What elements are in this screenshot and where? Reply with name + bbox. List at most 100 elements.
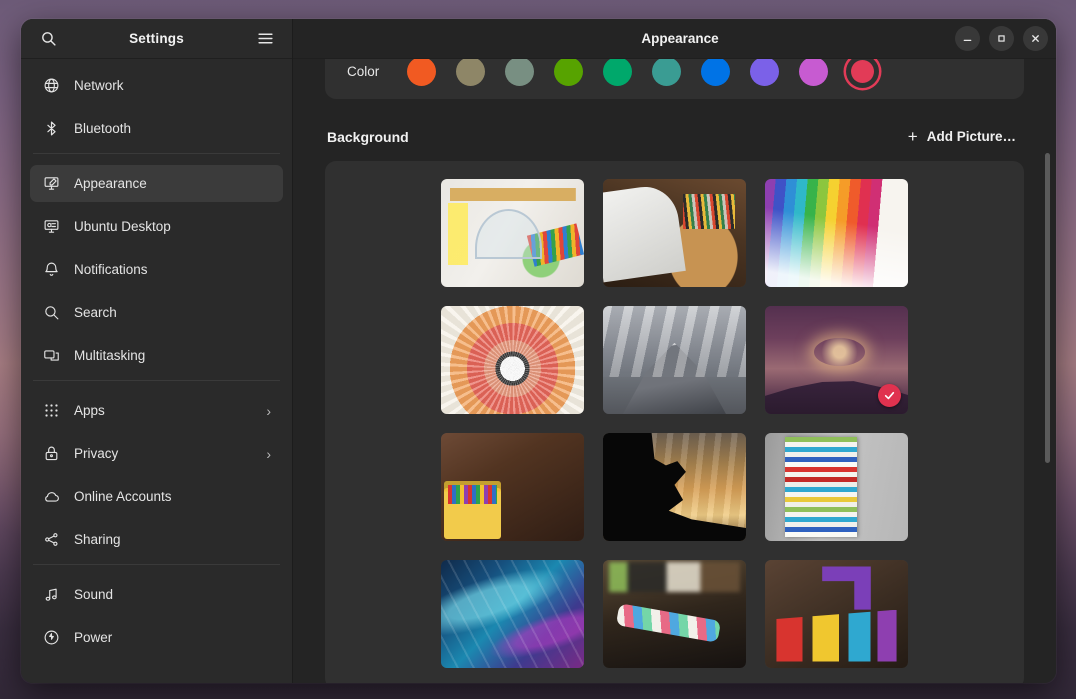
sidebar-item-label: Apps (74, 403, 266, 418)
sidebar-separator (33, 153, 280, 154)
sidebar-separator (33, 564, 280, 565)
accent-swatch-olive[interactable] (552, 59, 585, 88)
wallpaper-thumbnail-image (765, 433, 908, 541)
sidebar-item-notifications[interactable]: Notifications (30, 251, 283, 288)
wallpaper-thumbnail-image (765, 179, 908, 287)
accent-swatch-sage[interactable] (503, 59, 536, 88)
sidebar-item-bluetooth[interactable]: Bluetooth (30, 110, 283, 147)
swatch-dot (799, 59, 828, 86)
chevron-right-icon: › (266, 404, 271, 418)
sidebar-item-sound[interactable]: Sound (30, 576, 283, 613)
vertical-scrollbar[interactable] (1045, 153, 1050, 463)
sidebar-item-label: Power (74, 630, 273, 645)
page-title: Appearance (309, 31, 955, 46)
search-icon (40, 302, 62, 324)
swatch-dot (603, 59, 632, 86)
wallpaper-mountain-clouds[interactable] (603, 306, 746, 414)
sidebar-item-power[interactable]: Power (30, 619, 283, 656)
checkmark-icon (878, 384, 901, 407)
network-icon (40, 75, 62, 97)
wallpaper-reader-sunset-silhouette[interactable] (603, 433, 746, 541)
minimize-button[interactable] (955, 26, 980, 51)
wallpaper-colored-chalk-sticks[interactable] (603, 560, 746, 668)
sidebar-item-label: Privacy (74, 446, 266, 461)
sidebar-item-sharing[interactable]: Sharing (30, 521, 283, 558)
wallpaper-thumbnail-image (441, 433, 584, 541)
apps-grid-icon (40, 400, 62, 422)
sidebar-item-network[interactable]: Network (30, 67, 283, 104)
music-note-icon (40, 584, 62, 606)
wallpaper-colored-pencils-row[interactable] (765, 179, 908, 287)
accent-swatch-purple[interactable] (748, 59, 781, 88)
sidebar-item-label: Appearance (74, 176, 273, 191)
sidebar-item-label: Online Accounts (74, 489, 273, 504)
wallpaper-child-with-markers[interactable] (441, 433, 584, 541)
swatch-dot (407, 59, 436, 86)
wallpaper-thumbnail-image (603, 306, 746, 414)
sidebar-item-search[interactable]: Search (30, 294, 283, 331)
wallpaper-abstract-blue-waves[interactable] (441, 560, 584, 668)
wallpaper-pencil-cup-drawing[interactable] (603, 179, 746, 287)
hamburger-menu-icon[interactable] (250, 24, 280, 54)
settings-scroll-area: Color Background + Add Picture… (293, 59, 1056, 683)
accent-swatch-orange[interactable] (405, 59, 438, 88)
content-pane: Appearance (293, 19, 1056, 683)
sidebar-item-label: Network (74, 78, 273, 93)
add-picture-button[interactable]: + Add Picture… (902, 124, 1022, 149)
wallpaper-thumbnail-image (441, 306, 584, 414)
wallpaper-school-supplies-desk[interactable] (441, 179, 584, 287)
bell-icon (40, 259, 62, 281)
sidebar-nav-list: Network Bluetooth Appearance Ubuntu Desktop… (21, 59, 292, 683)
sidebar-item-multitasking[interactable]: Multitasking (30, 337, 283, 374)
sidebar-title: Settings (63, 31, 250, 46)
wallpaper-foam-alphabet-letters[interactable] (765, 560, 908, 668)
sidebar-item-label: Search (74, 305, 273, 320)
chevron-right-icon: › (266, 447, 271, 461)
lock-icon (40, 443, 62, 465)
wallpaper-colored-pencils-circle[interactable] (441, 306, 584, 414)
accent-swatch-prussiangreen[interactable] (650, 59, 683, 88)
sidebar-item-apps[interactable]: Apps› (30, 392, 283, 429)
sidebar-item-label: Sharing (74, 532, 273, 547)
accent-swatch-red[interactable] (846, 59, 879, 88)
wallpaper-grid (325, 179, 1024, 668)
plus-icon: + (908, 128, 918, 145)
swatch-dot (851, 60, 874, 83)
sidebar-item-label: Notifications (74, 262, 273, 277)
add-picture-label: Add Picture… (927, 129, 1016, 144)
window-titlebar: Appearance (293, 19, 1056, 59)
sidebar-separator (33, 380, 280, 381)
swatch-dot (456, 59, 485, 86)
ubuntu-desktop-icon (40, 216, 62, 238)
sidebar-item-privacy[interactable]: Privacy› (30, 435, 283, 472)
accent-swatch-bark[interactable] (454, 59, 487, 88)
swatch-dot (750, 59, 779, 86)
swatch-dot (554, 59, 583, 86)
settings-sidebar: Settings Network Bluetooth Appearance Ubunt… (21, 19, 293, 683)
sidebar-item-label: Sound (74, 587, 273, 602)
appearance-icon (40, 173, 62, 195)
wallpaper-thumbnail-image (765, 560, 908, 668)
wallpaper-sunset-group-silhouette[interactable] (765, 306, 908, 414)
search-icon[interactable] (33, 24, 63, 54)
wallpaper-stacked-books[interactable] (765, 433, 908, 541)
sidebar-item-ubuntu-desktop[interactable]: Ubuntu Desktop (30, 208, 283, 245)
sidebar-item-appearance[interactable]: Appearance (30, 165, 283, 202)
accent-swatch-magenta[interactable] (797, 59, 830, 88)
maximize-button[interactable] (989, 26, 1014, 51)
close-button[interactable] (1023, 26, 1048, 51)
wallpaper-thumbnail-image (603, 433, 746, 541)
accent-swatch-viridian[interactable] (601, 59, 634, 88)
desktop-background: Settings Network Bluetooth Appearance Ubunt… (0, 0, 1076, 699)
share-icon (40, 529, 62, 551)
sidebar-item-online-accounts[interactable]: Online Accounts (30, 478, 283, 515)
background-section-header: Background + Add Picture… (327, 124, 1022, 149)
wallpaper-card (325, 161, 1024, 683)
background-title: Background (327, 129, 409, 145)
sidebar-header: Settings (21, 19, 292, 59)
window-controls (955, 26, 1048, 51)
accent-swatch-blue[interactable] (699, 59, 732, 88)
swatch-dot (505, 59, 534, 86)
sidebar-item-label: Ubuntu Desktop (74, 219, 273, 234)
wallpaper-thumbnail-image (441, 179, 584, 287)
